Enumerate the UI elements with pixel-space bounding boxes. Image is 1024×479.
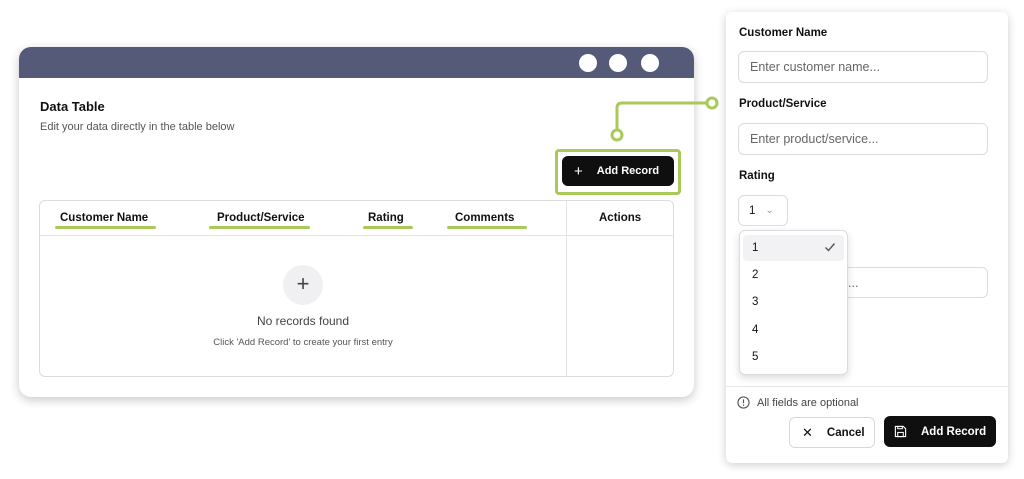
rating-select-value: 1 [749,204,756,217]
product-service-label: Product/Service [739,98,827,110]
check-icon [825,243,836,252]
form-footer-divider [726,386,1008,387]
submit-button-label: Add Record [921,425,987,438]
info-icon [737,396,750,409]
customer-name-label: Customer Name [739,27,828,39]
rating-select[interactable]: 1 ⌄ [738,195,788,226]
rating-option[interactable]: 3 [743,289,844,315]
close-icon: ✕ [802,424,813,440]
optional-fields-note-text: All fields are optional [757,396,859,409]
rating-option-label: 5 [752,351,759,363]
rating-label: Rating [739,170,775,182]
rating-option[interactable]: 2 [743,262,844,288]
rating-option-label: 2 [752,269,759,281]
chevron-down-icon: ⌄ [765,205,774,216]
product-service-input[interactable]: Enter product/service... [738,123,988,155]
optional-fields-note: All fields are optional [737,396,859,409]
add-record-form: Customer Name Enter customer name... Pro… [726,12,1008,463]
submit-add-record-button[interactable]: Add Record [884,416,996,447]
rating-dropdown: 1 2 3 4 5 [739,230,848,375]
cancel-button-label: Cancel [826,426,865,439]
cancel-button[interactable]: ✕ Cancel [789,417,875,448]
comments-input[interactable]: ... [842,267,988,298]
rating-option-label: 1 [752,242,759,254]
customer-name-input[interactable]: Enter customer name... [738,51,988,83]
rating-option[interactable]: 5 [743,344,844,370]
rating-option-label: 4 [752,324,759,336]
save-icon [894,425,907,438]
rating-option[interactable]: 4 [743,317,844,343]
rating-option-label: 3 [752,296,759,308]
rating-option[interactable]: 1 [743,235,844,261]
